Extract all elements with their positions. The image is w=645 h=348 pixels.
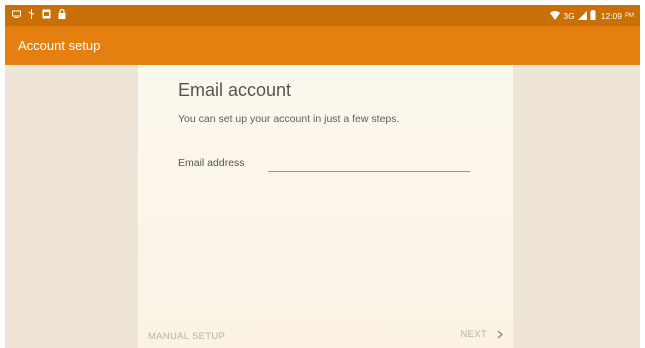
next-label: NEXT — [460, 329, 487, 340]
heading: Email account — [178, 80, 292, 100]
battery-icon — [590, 10, 596, 23]
manual-setup-button[interactable]: MANUAL SETUP — [148, 331, 225, 342]
setup-panel: Email account You can set up your accoun… — [138, 65, 513, 348]
subtext: You can set up your account in just a fe… — [178, 113, 400, 125]
email-field[interactable] — [268, 153, 470, 172]
chevron-right-icon — [497, 330, 503, 339]
status-bar: 3G 12:09 PM — [5, 5, 640, 26]
signal-icon — [577, 10, 587, 23]
app-icon — [42, 9, 51, 21]
status-ampm: PM — [625, 13, 634, 19]
screen-icon — [12, 10, 21, 21]
page-title: Account setup — [18, 38, 101, 53]
email-label: Email address — [178, 157, 245, 169]
usb-icon — [28, 9, 35, 21]
next-button[interactable]: NEXT — [460, 329, 503, 340]
app-bar: Account setup — [5, 26, 640, 65]
screen-frame: 3G 12:09 PM Account setup Email account … — [5, 5, 640, 348]
status-time: 12:09 — [600, 11, 622, 21]
lock-icon — [58, 8, 66, 21]
wifi-icon — [550, 10, 561, 23]
network-type: 3G — [563, 11, 575, 21]
status-right: 3G 12:09 PM — [550, 10, 634, 23]
status-left-icons — [12, 8, 66, 21]
